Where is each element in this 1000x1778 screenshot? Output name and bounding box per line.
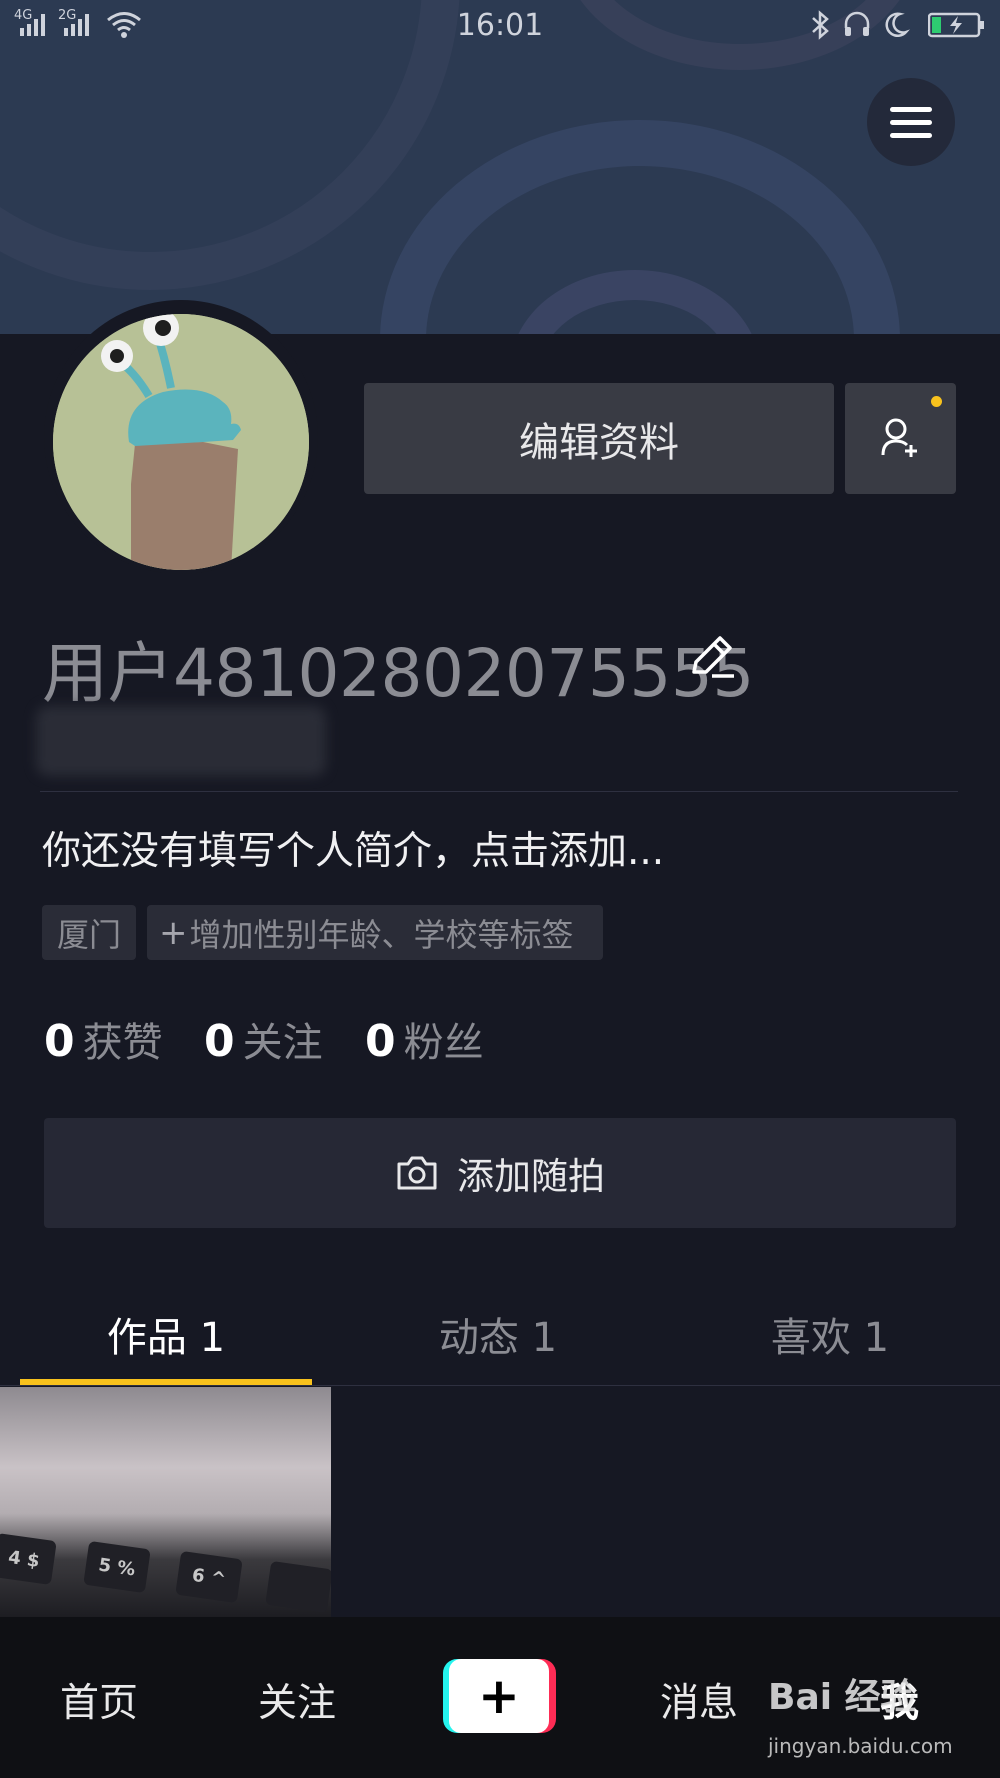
add-friend-icon bbox=[881, 418, 917, 457]
plus-icon: + bbox=[159, 912, 188, 953]
add-friend-button[interactable] bbox=[845, 383, 956, 494]
stat-followers-label: 粉丝 bbox=[403, 1020, 484, 1066]
plus-icon: + bbox=[449, 1659, 549, 1733]
add-tags-button[interactable]: + 增加性别年龄、学校等标签 bbox=[147, 905, 603, 960]
divider bbox=[40, 791, 958, 792]
status-bar: 4G 2G 16:01 bbox=[0, 0, 1000, 52]
do-not-disturb-moon-icon bbox=[885, 12, 910, 37]
create-video-button[interactable]: + bbox=[443, 1659, 556, 1733]
edit-pencil-icon[interactable] bbox=[686, 632, 736, 682]
headset-icon bbox=[844, 11, 870, 36]
add-tags-label: 增加性别年龄、学校等标签 bbox=[189, 915, 574, 954]
stat-likes-label: 获赞 bbox=[82, 1020, 163, 1066]
keyboard-key: 4 $ bbox=[0, 1533, 57, 1585]
stat-followers[interactable]: 0 粉丝 bbox=[365, 1010, 484, 1068]
stat-following-value: 0 bbox=[204, 1016, 235, 1067]
monster-avatar-icon bbox=[53, 314, 309, 570]
keyboard-key: 5 % bbox=[83, 1540, 151, 1594]
blurred-user-id bbox=[36, 706, 326, 776]
bio-placeholder[interactable]: 你还没有填写个人简介，点击添加... bbox=[42, 820, 664, 876]
username[interactable]: 用户48102802075555 bbox=[42, 620, 754, 716]
tag-city[interactable]: 厦门 bbox=[42, 905, 136, 960]
stat-following[interactable]: 0 关注 bbox=[204, 1010, 323, 1068]
stat-followers-value: 0 bbox=[365, 1016, 396, 1067]
tab-posts[interactable]: 动态 1 bbox=[352, 1305, 644, 1363]
watermark-url: jingyan.baidu.com bbox=[768, 1734, 953, 1758]
nav-home[interactable]: 首页 bbox=[60, 1672, 138, 1728]
divider bbox=[0, 1385, 1000, 1386]
stat-likes-value: 0 bbox=[44, 1016, 75, 1067]
menu-button[interactable] bbox=[867, 78, 955, 166]
stat-following-label: 关注 bbox=[242, 1020, 323, 1066]
add-snapshot-label: 添加随拍 bbox=[457, 1155, 605, 1198]
video-thumbnail[interactable]: 4 $ 5 % 6 ^ bbox=[0, 1387, 331, 1617]
watermark-brand: Bai 经验 bbox=[768, 1677, 917, 1718]
nav-following[interactable]: 关注 bbox=[258, 1672, 336, 1728]
keyboard-key: 6 ^ bbox=[175, 1550, 243, 1604]
nav-messages[interactable]: 消息 bbox=[660, 1672, 738, 1728]
bluetooth-icon bbox=[812, 10, 829, 40]
tab-likes[interactable]: 喜欢 1 bbox=[684, 1305, 976, 1363]
hamburger-menu-icon bbox=[890, 106, 932, 112]
tab-works[interactable]: 作品 1 bbox=[20, 1305, 312, 1363]
battery-charging-icon bbox=[928, 12, 984, 38]
notification-dot bbox=[931, 396, 942, 407]
avatar[interactable] bbox=[53, 314, 309, 570]
baidu-jingyan-watermark: Bai 经验 jingyan.baidu.com bbox=[768, 1668, 978, 1768]
keyboard-key bbox=[265, 1560, 331, 1614]
add-snapshot-button[interactable]: 添加随拍 bbox=[44, 1118, 956, 1228]
stat-likes[interactable]: 0 获赞 bbox=[44, 1010, 163, 1068]
edit-profile-button[interactable]: 编辑资料 bbox=[364, 383, 834, 494]
camera-icon bbox=[397, 1156, 437, 1190]
